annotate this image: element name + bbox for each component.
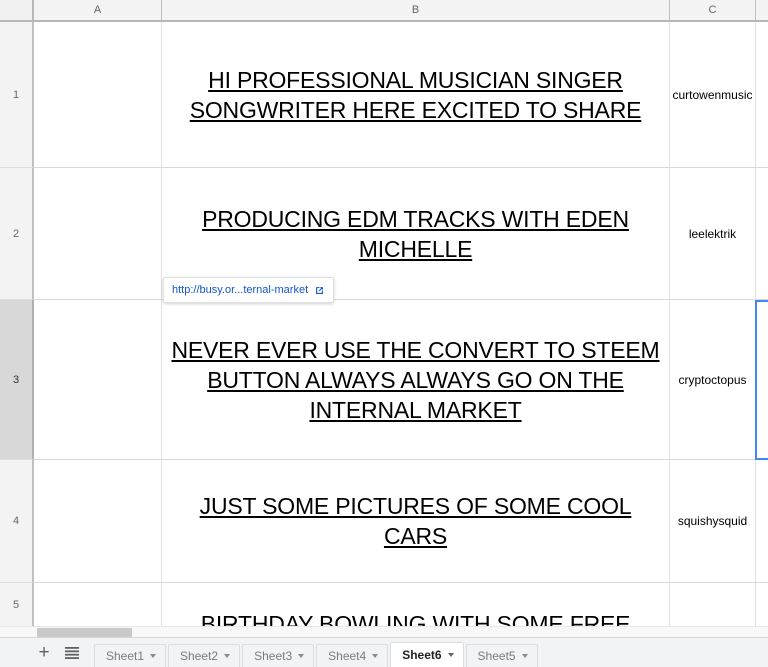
cell-b3-text: NEVER EVER USE THE CONVERT TO STEEM BUTT… [171,336,660,423]
chevron-down-icon[interactable] [298,654,305,658]
cell-c1[interactable]: curtowenmusic [670,22,756,168]
cell-a3-text [34,300,161,459]
external-link-icon[interactable] [314,285,325,296]
cell-b4-text: JUST SOME PICTURES OF SOME COOL CARS [199,493,632,549]
cell-a1[interactable] [34,22,162,168]
cell-b4[interactable]: JUST SOME PICTURES OF SOME COOL CARS [162,460,670,583]
cell-a2[interactable] [34,168,162,300]
sheet-tab-sheet6[interactable]: Sheet6 [390,641,464,667]
sheet-tab-sheet1[interactable]: Sheet1 [94,643,167,667]
horizontal-scrollbar-track[interactable] [0,626,768,637]
sheet-tab-sheet6-label: Sheet6 [402,648,442,662]
row-header-2[interactable]: 2 [0,168,34,300]
row-header-4[interactable]: 4 [0,460,34,583]
add-sheet-icon[interactable]: + [30,639,58,667]
sheet-tab-sheet3-label: Sheet3 [254,649,293,663]
chevron-down-icon[interactable] [447,653,454,657]
sheet-tab-sheet2-label: Sheet2 [180,649,219,663]
cell-a5[interactable] [34,583,162,626]
active-cell-selection [755,300,768,460]
sheet-tab-sheet1-label: Sheet1 [106,649,145,663]
cell-b1-text: HI PROFESSIONAL MUSICIAN SINGER SONGWRIT… [189,66,642,123]
cell-c5-text [670,583,755,626]
all-sheets-icon[interactable] [58,639,86,667]
cell-c2-text: leelektrik [688,226,737,241]
column-header-b[interactable]: B [162,0,670,20]
cell-a4-text [34,460,161,582]
column-header-d[interactable] [756,0,768,20]
sheet-tab-sheet4[interactable]: Sheet4 [316,643,389,667]
sheet-tabs: Sheet1 Sheet2 Sheet3 Sheet4 Sheet6 Sheet… [94,638,540,667]
chevron-down-icon[interactable] [372,654,379,658]
cell-c5[interactable] [670,583,756,626]
cell-c2[interactable]: leelektrik [670,168,756,300]
sheet-tab-sheet3[interactable]: Sheet3 [242,643,315,667]
horizontal-scrollbar-thumb[interactable] [37,628,132,637]
sheet-tab-sheet2[interactable]: Sheet2 [168,643,241,667]
chevron-down-icon[interactable] [224,654,231,658]
cell-c1-text: curtowenmusic [672,87,753,102]
cell-d4[interactable] [756,460,768,583]
cell-c3-text: cryptoctopus [678,372,747,387]
spreadsheet-app: A B C 1 2 3 4 5 HI PROFESSIONAL MUSICIAN… [0,0,768,667]
cell-a2-text [34,168,161,299]
link-preview-url: http://busy.or...ternal-market [172,284,309,296]
cell-c4-text: squishysquid [677,514,748,528]
row-header-3[interactable]: 3 [0,300,34,460]
chevron-down-icon[interactable] [521,654,528,658]
cell-c3[interactable]: cryptoctopus [670,300,756,460]
row-header-1[interactable]: 1 [0,22,34,168]
cell-b5[interactable]: BIRTHDAY BOWLING WITH SOME FREE [162,583,670,626]
cell-d1[interactable] [756,22,768,168]
column-header-c[interactable]: C [670,0,756,20]
link-preview-chip[interactable]: http://busy.or...ternal-market [163,277,335,303]
cell-c4[interactable]: squishysquid [670,460,756,583]
cell-a1-text [34,22,161,167]
chevron-down-icon[interactable] [150,654,157,658]
sheet-tab-sheet5-label: Sheet5 [477,649,516,663]
cell-b3[interactable]: NEVER EVER USE THE CONVERT TO STEEM BUTT… [162,300,670,460]
select-all-corner[interactable] [0,0,34,22]
cell-b5-text: BIRTHDAY BOWLING WITH SOME FREE [200,611,631,626]
cell-a5-text [34,583,161,626]
column-header-row: A B C [34,0,768,22]
cell-d5[interactable] [756,583,768,626]
cell-b1[interactable]: HI PROFESSIONAL MUSICIAN SINGER SONGWRIT… [162,22,670,168]
cell-a3[interactable] [34,300,162,460]
spreadsheet-grid: A B C 1 2 3 4 5 HI PROFESSIONAL MUSICIAN… [0,0,768,626]
cell-a4[interactable] [34,460,162,583]
column-header-a[interactable]: A [34,0,162,20]
sheet-tab-sheet4-label: Sheet4 [328,649,367,663]
sheet-tab-sheet5[interactable]: Sheet5 [465,643,538,667]
cell-d2[interactable] [756,168,768,300]
sheet-tab-bar: + Sheet1 Sheet2 Sheet3 Sheet4 Sheet6 She… [0,637,768,667]
row-header-5[interactable]: 5 [0,583,34,626]
